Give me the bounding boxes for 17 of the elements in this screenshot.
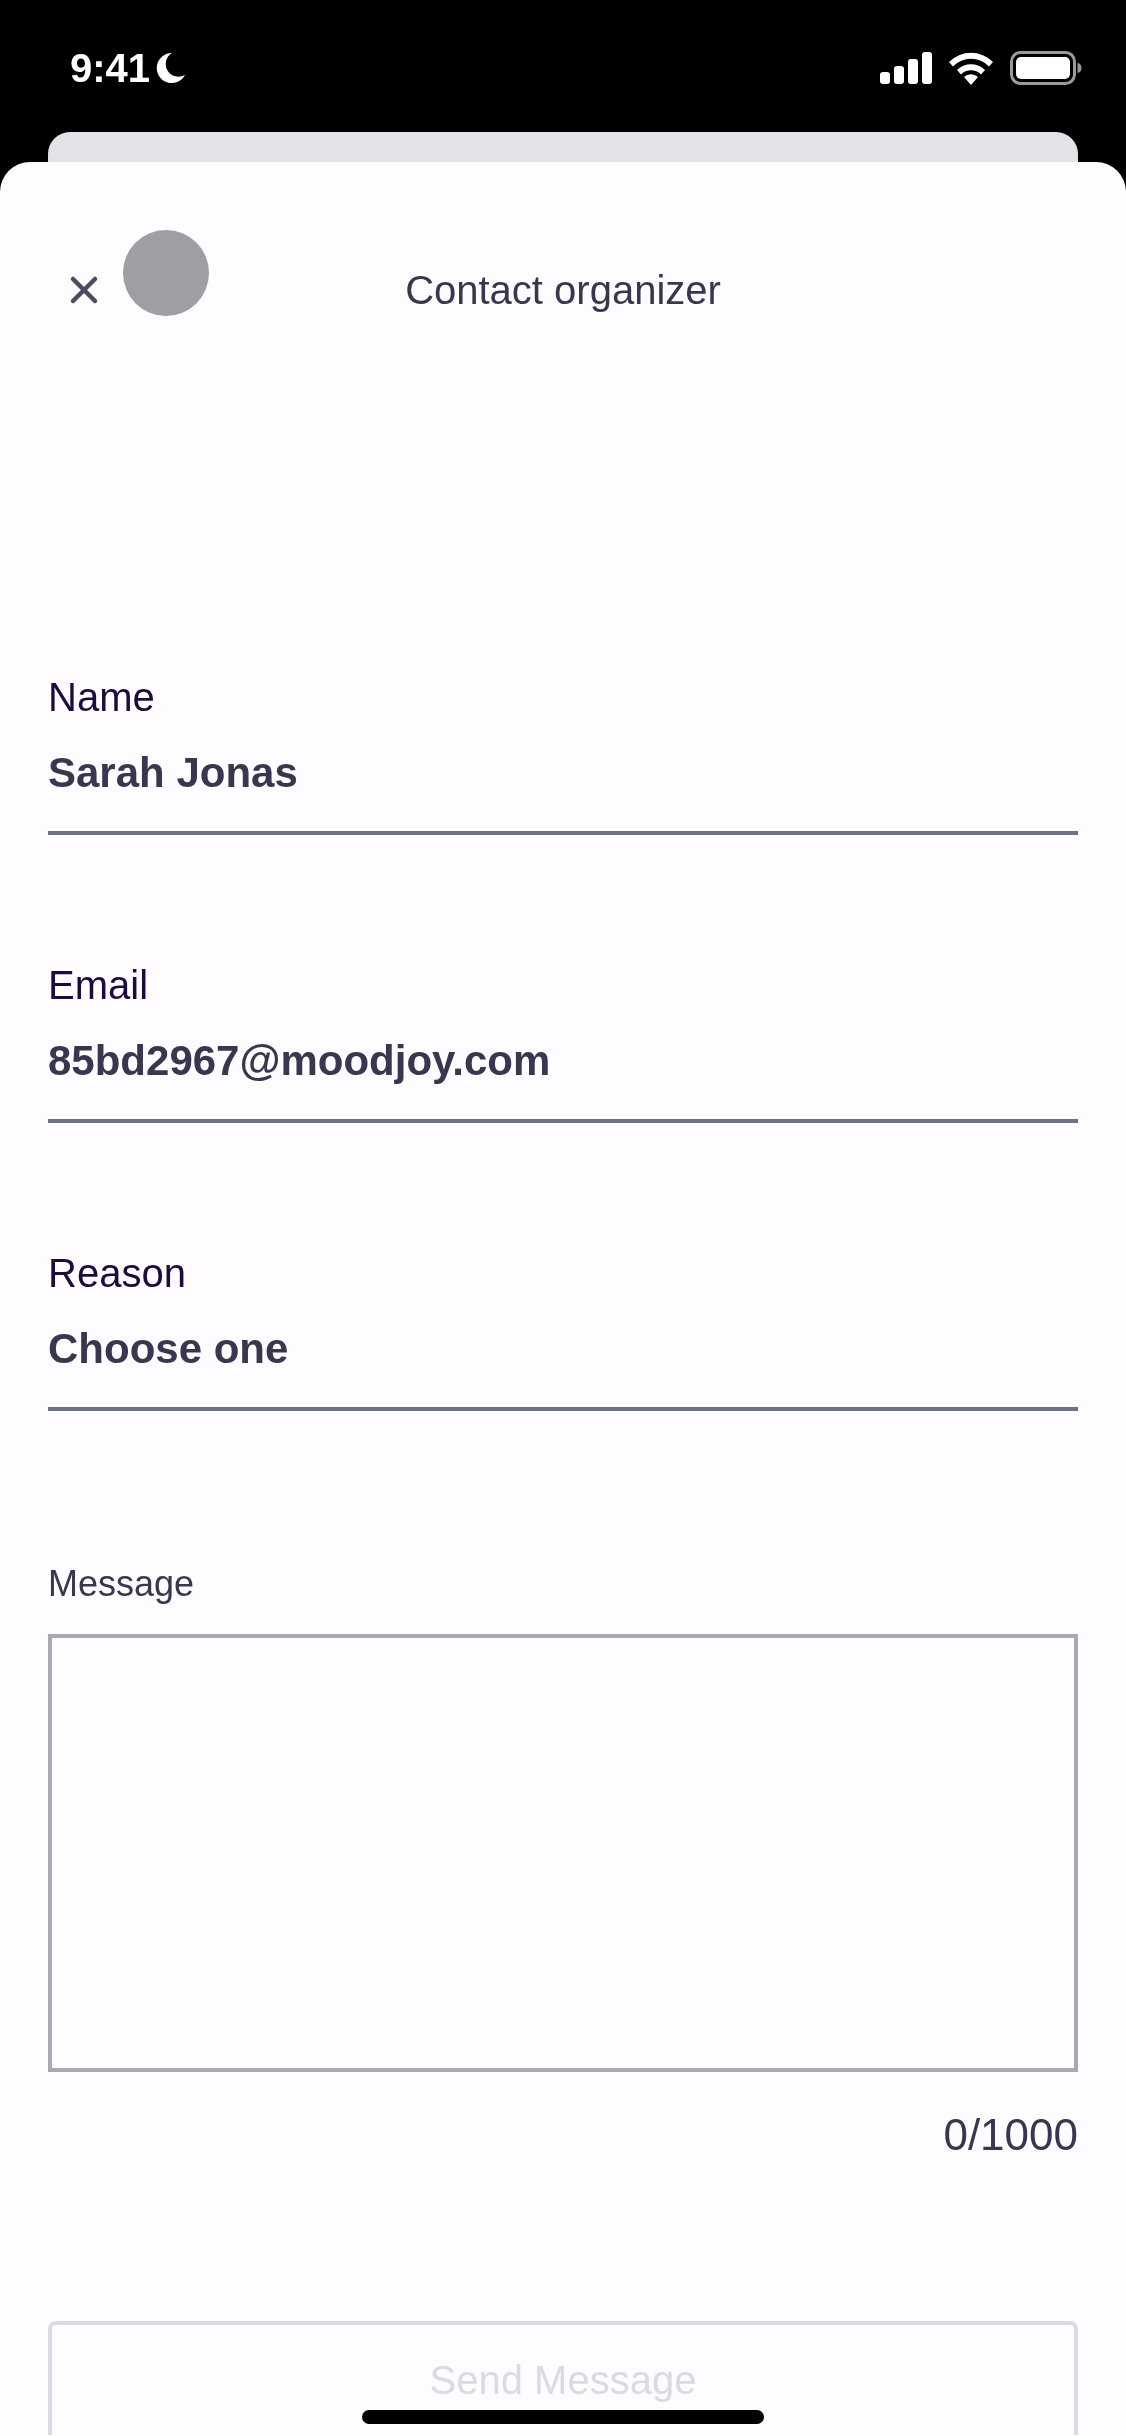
input-field[interactable]: Sarah Jonas [48,741,1078,835]
input-field[interactable]: 85bd2967@moodjoy.com [48,1029,1078,1123]
sheet-title: Contact organizer [405,267,721,314]
field-label: Reason [48,1250,186,1297]
moon-icon [156,52,187,84]
message-field[interactable] [48,1634,1078,2072]
field-label: Message [48,1562,195,1606]
close-icon [69,275,99,305]
field-label: Name [48,674,155,721]
close-button[interactable] [69,275,99,305]
status-time: 9:41 [70,45,151,91]
input-field[interactable]: Choose one [48,1317,1078,1411]
battery-icon [1010,51,1082,85]
character-counter: 0/1000 [943,2109,1078,2161]
wifi-icon [948,51,994,85]
field-label: Email [48,962,149,1009]
signal-icon [880,52,932,84]
